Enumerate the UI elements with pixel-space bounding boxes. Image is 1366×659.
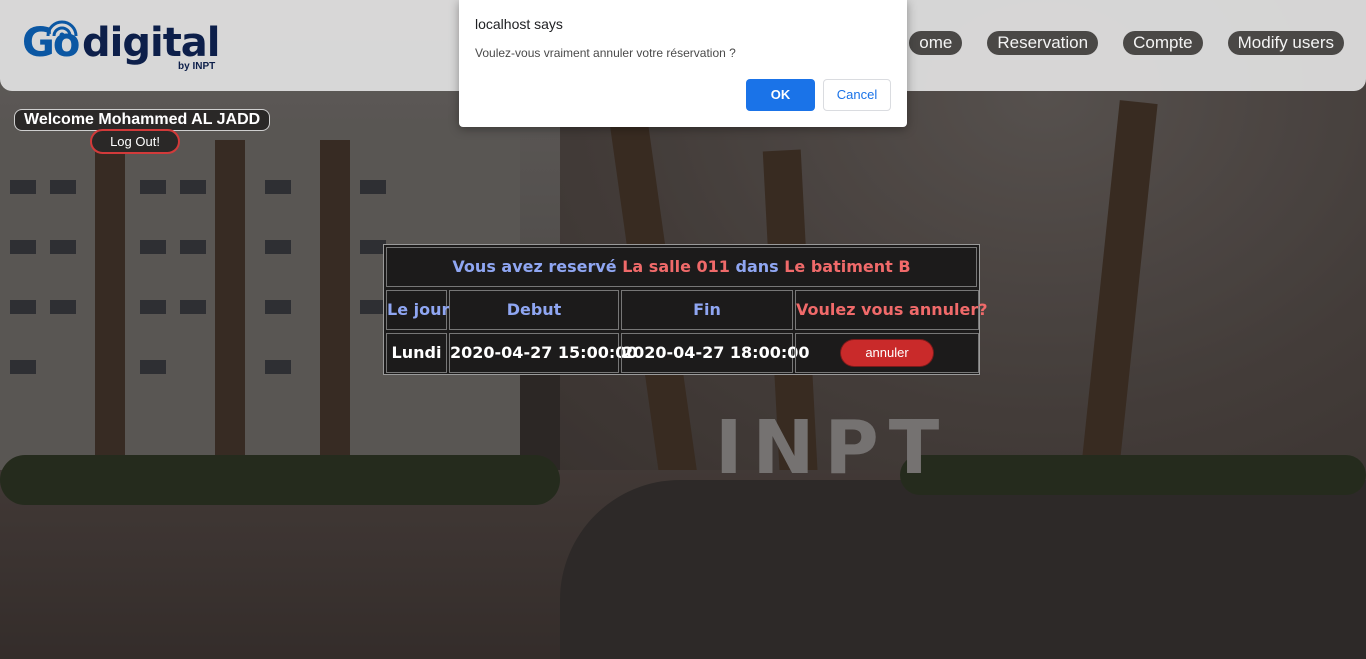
- reservation-table: Vous avez reservé La salle 011 dans Le b…: [383, 244, 988, 375]
- title-prefix: Vous avez reservé: [452, 257, 617, 276]
- cell-day: Lundi: [386, 333, 447, 373]
- nav-item-compte[interactable]: Compte: [1123, 31, 1203, 55]
- reservation-title: Vous avez reservé La salle 011 dans Le b…: [386, 247, 977, 287]
- cell-start: 2020-04-27 15:00:00: [449, 333, 638, 373]
- confirm-dialog: localhost says Voulez-vous vraiment annu…: [459, 0, 907, 127]
- cancel-button[interactable]: Cancel: [823, 79, 891, 111]
- column-header-jour: Le jour: [386, 290, 449, 330]
- logout-button[interactable]: Log Out!: [90, 129, 180, 154]
- ok-button[interactable]: OK: [746, 79, 815, 111]
- logo-digital-text: digital: [82, 20, 221, 66]
- main-nav: ome Reservation Compte Modify users: [909, 31, 1344, 55]
- cell-action: annuler: [795, 333, 979, 373]
- logo-go-text: Go: [22, 20, 80, 66]
- logo-by-text: by INPT: [178, 61, 216, 72]
- title-building: Le batiment B: [784, 257, 911, 276]
- nav-item-modify-users[interactable]: Modify users: [1227, 31, 1344, 55]
- cell-end: 2020-04-27 18:00:00: [621, 333, 810, 373]
- column-header-annuler: Voulez vous annuler?: [795, 290, 988, 330]
- title-room: La salle 011: [622, 257, 730, 276]
- nav-item-home[interactable]: ome: [909, 31, 963, 55]
- title-mid: dans: [735, 257, 779, 276]
- column-header-fin: Fin: [621, 290, 793, 330]
- annuler-button[interactable]: annuler: [841, 340, 933, 366]
- site-logo[interactable]: Go digital by INPT: [22, 18, 232, 76]
- nav-item-reservation[interactable]: Reservation: [987, 31, 1099, 55]
- welcome-message: Welcome Mohammed AL JADD: [14, 109, 271, 131]
- dialog-message: Voulez-vous vraiment annuler votre réser…: [475, 46, 736, 60]
- column-header-debut: Debut: [449, 290, 619, 330]
- dialog-title: localhost says: [475, 16, 563, 32]
